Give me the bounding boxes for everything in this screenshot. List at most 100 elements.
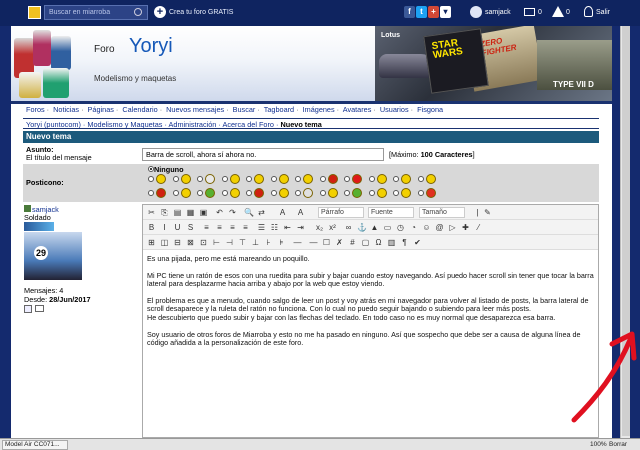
size-select[interactable]: Tamaño (419, 207, 465, 218)
smiley-icon[interactable] (278, 174, 289, 184)
user-menu-link[interactable]: samjack (485, 9, 511, 16)
search-icon[interactable] (134, 8, 142, 16)
smiley-icon[interactable] (156, 188, 166, 198)
bullet-list-icon[interactable]: ☰ (257, 223, 266, 232)
clear-icon[interactable]: ✗ (335, 238, 344, 247)
twitter-icon[interactable]: t (416, 6, 427, 18)
undo-icon[interactable]: ↶ (215, 208, 224, 217)
hash-icon[interactable]: # (348, 238, 357, 247)
remove-format-icon[interactable]: ✎ (483, 208, 492, 217)
find-icon[interactable]: 🔍 (244, 208, 254, 217)
paste-icon[interactable]: ▤ (173, 208, 182, 217)
facebook-icon[interactable]: f (404, 6, 415, 18)
nav-item-noticias[interactable]: Noticias (53, 105, 79, 114)
logout-link[interactable]: Salir (596, 9, 610, 16)
clear-button[interactable]: Borrar (609, 441, 627, 448)
row-before-icon[interactable]: ⊤ (238, 238, 247, 247)
nav-item-fisgona[interactable]: Fisgona (417, 105, 443, 114)
smiley-icon[interactable] (254, 188, 264, 198)
smiley-icon[interactable] (278, 188, 289, 198)
posticon-radio[interactable] (148, 176, 154, 182)
mail-icon[interactable] (524, 8, 535, 16)
image-icon[interactable]: ▲ (370, 223, 379, 232)
posticon-radio[interactable] (148, 190, 154, 196)
miarroba-logo-icon[interactable] (28, 6, 41, 19)
alerts-count[interactable]: 0 (566, 9, 570, 16)
googleplus-icon[interactable]: + (428, 6, 439, 18)
smiley-icon[interactable] (303, 174, 313, 184)
indent-icon[interactable]: ⇥ (296, 223, 305, 232)
messages-count[interactable]: 0 (538, 9, 542, 16)
box-icon[interactable]: ▢ (361, 238, 370, 247)
align-left-icon[interactable]: ≡ (202, 223, 211, 232)
posticon-radio[interactable] (246, 190, 252, 196)
smiley-icon[interactable] (229, 174, 240, 184)
smiley-icon[interactable] (229, 188, 240, 198)
posticon-radio[interactable] (417, 176, 424, 182)
dropdown-icon[interactable]: ▾ (440, 6, 451, 18)
nav-item-foros[interactable]: Foros (26, 105, 45, 114)
smiley-icon[interactable] (425, 188, 436, 198)
spellcheck-icon[interactable]: ✔ (413, 238, 422, 247)
smiley-icon[interactable] (254, 174, 264, 184)
create-forum-link[interactable]: Crea tu foro GRATIS (169, 9, 233, 16)
link-icon[interactable]: ∞ (344, 223, 353, 232)
zoom-level[interactable]: 100% (590, 441, 607, 448)
paragraph-select[interactable]: Párrafo (318, 207, 364, 218)
checkbox-icon[interactable]: ☐ (322, 238, 331, 247)
smiley-icon[interactable] (401, 174, 411, 184)
smiley-icon[interactable] (352, 188, 362, 198)
superscript-icon[interactable]: x² (328, 223, 337, 232)
anchor-icon[interactable]: ⚓ (357, 223, 367, 232)
posticon-radio[interactable] (295, 176, 301, 182)
nav-item-paginas[interactable]: Páginas (88, 105, 114, 114)
posticon-radio[interactable] (172, 176, 179, 182)
replace-icon[interactable]: ⇄ (257, 208, 266, 217)
underline-icon[interactable]: U (173, 223, 182, 232)
subscript-icon[interactable]: x₂ (315, 223, 324, 232)
breadcrumb-section[interactable]: Modelismo y Maquetas (87, 120, 162, 129)
plus-icon[interactable]: + (154, 6, 166, 18)
posticon-radio[interactable] (295, 190, 301, 196)
scrollbar-thumb[interactable] (622, 26, 630, 436)
posticon-radio[interactable] (417, 190, 424, 196)
copy-icon[interactable]: ⎘ (160, 208, 169, 217)
posticon-radio[interactable] (221, 190, 228, 196)
posticon-radio[interactable] (368, 190, 375, 196)
posticon-radio[interactable] (270, 190, 277, 196)
align-center-icon[interactable]: ≡ (215, 223, 224, 232)
subject-input[interactable] (142, 148, 384, 161)
fullscreen-icon[interactable]: ▥ (387, 238, 396, 247)
smiley-icon[interactable] (205, 174, 215, 184)
divider-icon[interactable]: ⁄ (474, 223, 483, 232)
editor-content[interactable]: Es una pijada, pero me está mareando un … (147, 254, 594, 356)
profile-icon[interactable] (24, 305, 32, 313)
rule-icon[interactable]: — (309, 238, 318, 247)
nav-item-nuevos-mensajes[interactable]: Nuevos mensajes (166, 105, 224, 114)
user-icon[interactable] (470, 6, 482, 18)
smiley-icon[interactable] (303, 188, 313, 198)
search-input[interactable]: Buscar en miarroba (44, 5, 148, 20)
bg-color-icon[interactable]: A (296, 208, 305, 217)
breadcrumb-home[interactable]: Yoryi (puntocom) (26, 120, 81, 129)
col-icon[interactable]: ⊠ (186, 238, 195, 247)
forum-name[interactable]: Yoryi (129, 35, 173, 58)
breadcrumb-admin[interactable]: Administración (169, 120, 217, 129)
mention-icon[interactable]: @ (435, 223, 444, 232)
smiley-icon[interactable] (376, 174, 387, 184)
posticon-radio[interactable] (197, 190, 203, 196)
row-icon[interactable]: ⊟ (173, 238, 182, 247)
outdent-icon[interactable]: ⇤ (283, 223, 292, 232)
logout-icon[interactable] (584, 6, 593, 17)
alert-icon[interactable] (552, 6, 564, 17)
youtube-icon[interactable]: ▷ (448, 223, 457, 232)
posticon-radio[interactable] (319, 190, 326, 196)
nav-item-usuarios[interactable]: Usuarios (380, 105, 409, 114)
breadcrumb-about[interactable]: Acerca del Foro (222, 120, 274, 129)
row-after-icon[interactable]: ⊥ (251, 238, 260, 247)
italic-icon[interactable]: I (160, 223, 169, 232)
nav-item-buscar[interactable]: Buscar (233, 105, 256, 114)
posticon-radio[interactable] (319, 176, 326, 182)
date-icon[interactable]: ◷ (396, 223, 405, 232)
posticon-radio[interactable] (393, 190, 399, 196)
